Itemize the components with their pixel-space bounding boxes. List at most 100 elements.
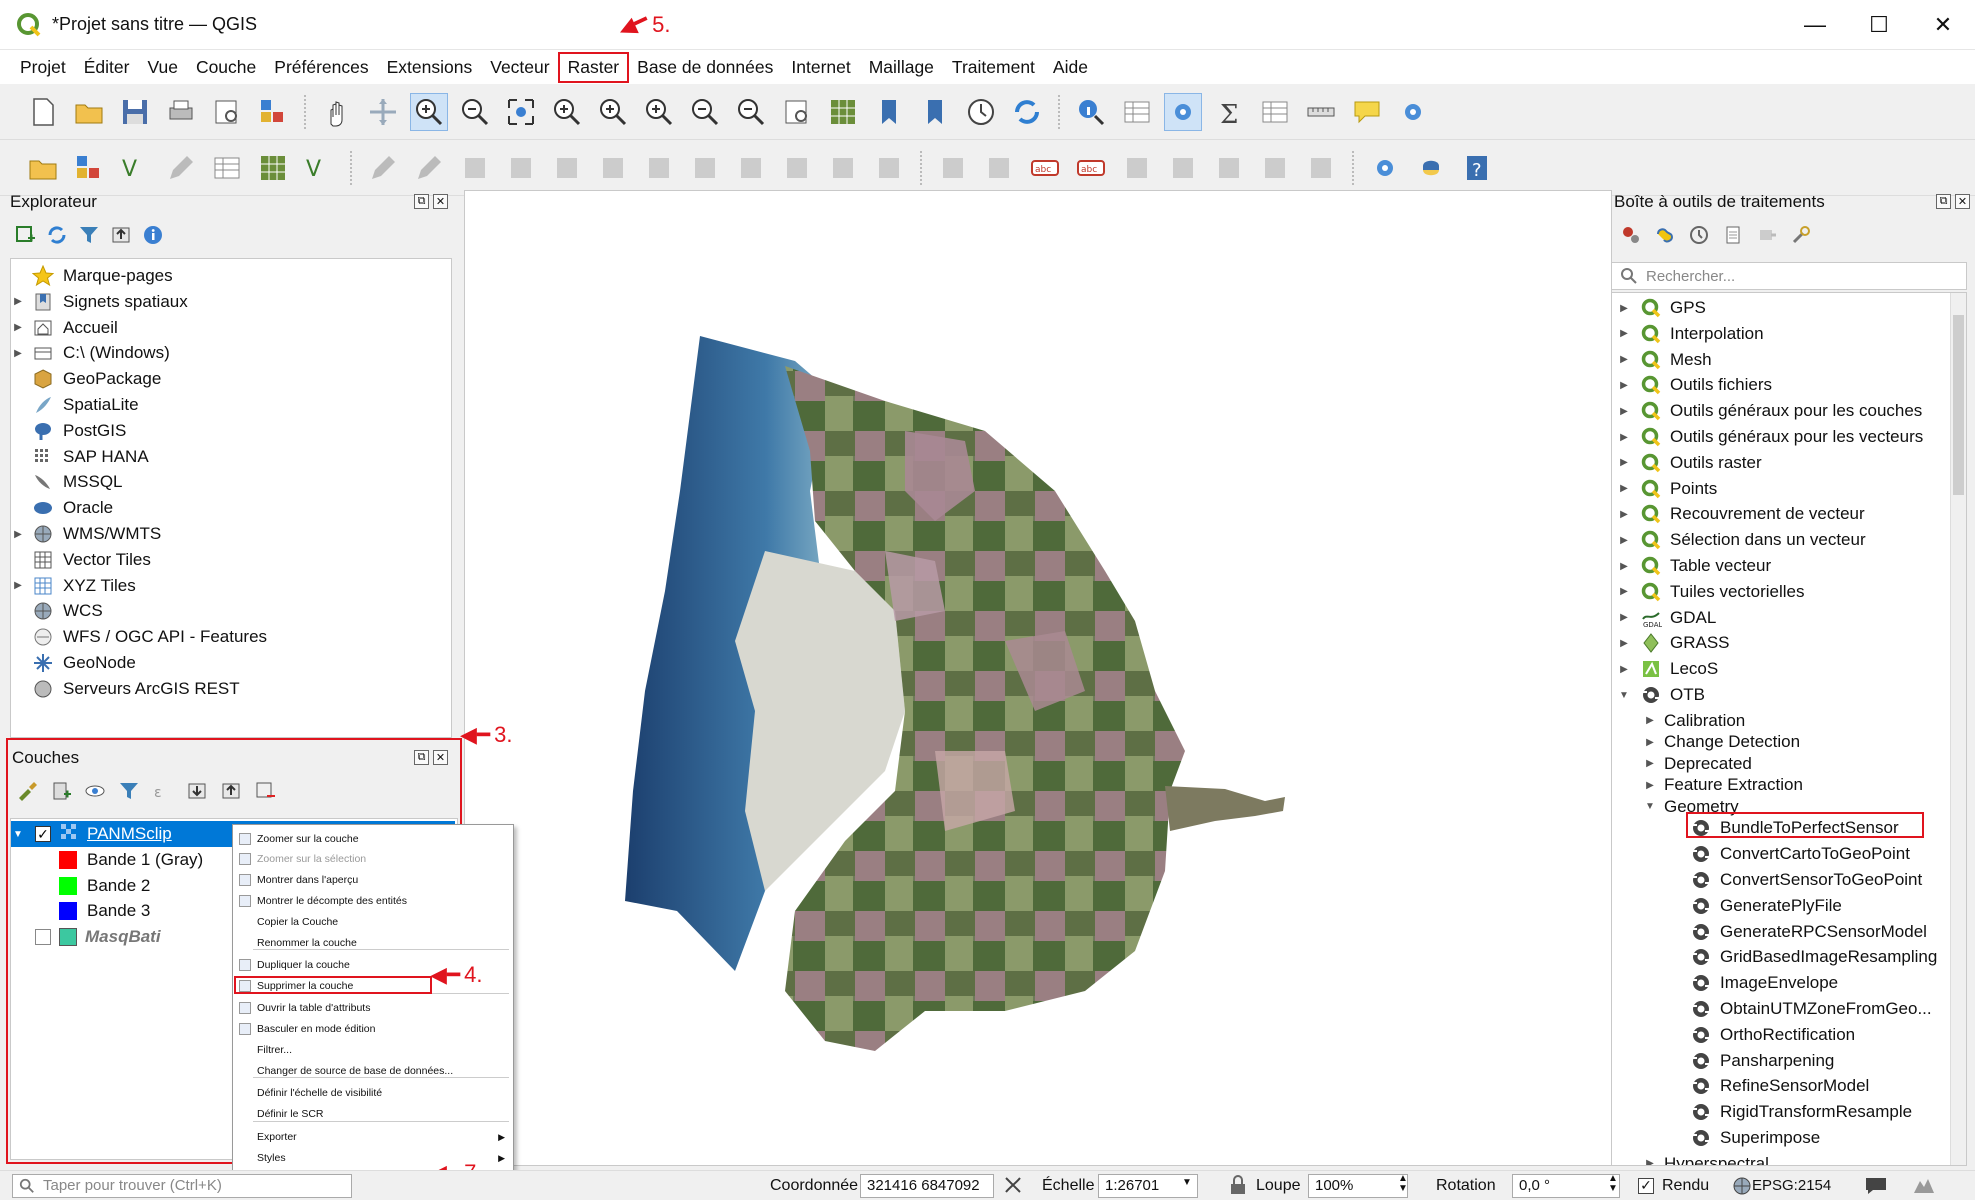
zoom-out-icon[interactable] <box>457 94 493 130</box>
toggle-extents-icon[interactable] <box>1002 1174 1024 1196</box>
annotation-icon[interactable] <box>1395 94 1431 130</box>
context-menu-item-1[interactable]: Zoomer sur la sélection <box>233 849 513 869</box>
explorer-item-wcs[interactable]: WCS <box>11 598 103 624</box>
add-vector-layer-icon[interactable]: V <box>117 150 153 186</box>
float-panel-button[interactable]: ⧉ <box>414 194 429 209</box>
menu-raster[interactable]: Raster <box>557 51 630 83</box>
explorer-item-marque-pages[interactable]: Marque-pages <box>11 263 173 289</box>
processing-item-generaterpcsensormodel[interactable]: GenerateRPCSensorModel <box>1682 919 1927 945</box>
close-panel-button[interactable]: ✕ <box>433 750 448 765</box>
options-icon[interactable] <box>1790 224 1812 246</box>
copy-features-icon[interactable] <box>733 150 769 186</box>
processing-item-orthorectification[interactable]: OrthoRectification <box>1682 1022 1855 1048</box>
remove-layer-icon[interactable] <box>254 780 276 802</box>
rotate-label-icon[interactable] <box>1257 150 1293 186</box>
render-checkbox[interactable]: ✓ <box>1638 1177 1654 1194</box>
refresh-icon[interactable] <box>1009 94 1045 130</box>
modify-attributes-icon[interactable] <box>595 150 631 186</box>
explorer-item-serveurs-arcgis-rest[interactable]: Serveurs ArcGIS REST <box>11 676 240 702</box>
layout-manager-icon[interactable] <box>209 94 245 130</box>
context-menu-item-13[interactable]: Définir le SCR <box>233 1104 513 1124</box>
refresh-icon[interactable] <box>46 224 68 246</box>
processing-item-lecos[interactable]: ▶ LecoS <box>1616 656 1718 682</box>
new-shapefile-icon[interactable] <box>163 150 199 186</box>
processing-item-hyperspectral[interactable]: ▶ Hyperspectral <box>1642 1151 1769 1165</box>
processing-item-convertsensortogeopoint[interactable]: ConvertSensorToGeoPoint <box>1682 867 1922 893</box>
processing-item-outils-raster[interactable]: ▶ Outils raster <box>1616 450 1762 476</box>
show-hide-labels-icon[interactable] <box>1165 150 1201 186</box>
zoom-in-icon[interactable] <box>410 92 448 131</box>
expand-arrow[interactable]: ▶ <box>1642 737 1658 748</box>
pan-to-selection-icon[interactable] <box>365 94 401 130</box>
zoom-last-icon[interactable] <box>687 94 723 130</box>
expand-arrow[interactable]: ▶ <box>1616 664 1632 675</box>
processing-item-grass[interactable]: ▶ GRASS <box>1616 630 1730 656</box>
menu-vue[interactable]: Vue <box>139 54 186 81</box>
temporal-controller-icon[interactable] <box>963 94 999 130</box>
context-menu-item-4[interactable]: Copier la Couche <box>233 912 513 932</box>
close-panel-button[interactable]: ✕ <box>1955 194 1970 209</box>
context-menu-item-0[interactable]: Zoomer sur la couche <box>233 829 513 849</box>
locator-search-input[interactable]: Taper pour trouver (Ctrl+K) <box>12 1173 352 1198</box>
chevron-down-icon[interactable]: ▼ <box>1182 1177 1192 1188</box>
zoom-full-icon[interactable] <box>503 94 539 130</box>
toolbox-icon[interactable] <box>1164 92 1202 131</box>
menu-maillage[interactable]: Maillage <box>861 54 942 81</box>
filter-expression-icon[interactable]: ε <box>152 780 174 802</box>
new-bookmark-icon[interactable] <box>871 94 907 130</box>
expand-arrow[interactable]: ▶ <box>1616 509 1632 520</box>
expand-arrow[interactable]: ▶ <box>1616 328 1632 339</box>
lock-icon[interactable] <box>1228 1174 1248 1196</box>
open-attribute-table-icon[interactable] <box>1119 94 1155 130</box>
delete-selected-icon[interactable] <box>641 150 677 186</box>
scripts-icon[interactable] <box>1654 224 1676 246</box>
menu-base-de-donn-es[interactable]: Base de données <box>629 54 781 81</box>
statistics-icon[interactable]: Σ <box>1211 94 1247 130</box>
menu--diter[interactable]: Éditer <box>76 54 138 81</box>
collapse-arrow[interactable]: ▼ <box>11 829 25 840</box>
style-manager-icon[interactable] <box>255 94 291 130</box>
expand-arrow[interactable]: ▶ <box>11 580 25 591</box>
expand-arrow[interactable]: ▶ <box>1616 612 1632 623</box>
globe-icon[interactable] <box>1732 1176 1752 1196</box>
show-bookmarks-icon[interactable] <box>917 94 953 130</box>
add-spatialite-layer-icon[interactable] <box>209 150 245 186</box>
context-menu-item-10[interactable]: Filtrer... <box>233 1040 513 1060</box>
menu-vecteur[interactable]: Vecteur <box>482 54 557 81</box>
processing-item-refinesensormodel[interactable]: RefineSensorModel <box>1682 1073 1869 1099</box>
processing-item-gdal[interactable]: ▶ GDAL GDAL <box>1616 605 1716 631</box>
processing-item-outils-g-n-raux-pour-les-couches[interactable]: ▶ Outils généraux pour les couches <box>1616 398 1922 424</box>
collapse-all-icon[interactable] <box>110 224 132 246</box>
menu-internet[interactable]: Internet <box>783 54 858 81</box>
expand-arrow[interactable]: ▶ <box>1642 780 1658 791</box>
menu-pr-f-rences[interactable]: Préférences <box>266 54 376 81</box>
new-project-icon[interactable] <box>25 94 61 130</box>
close-panel-button[interactable]: ✕ <box>433 194 448 209</box>
crs-indicator[interactable]: EPSG:2154 <box>1752 1177 1831 1194</box>
processing-item-s-lection-dans-un-vecteur[interactable]: ▶ Sélection dans un vecteur <box>1616 527 1866 553</box>
new-3d-view-icon[interactable] <box>825 94 861 130</box>
add-selected-icon[interactable] <box>14 224 36 246</box>
layer-labeling-icon[interactable]: abc <box>1027 150 1063 186</box>
expand-arrow[interactable]: ▼ <box>1616 690 1632 701</box>
processing-item-recouvrement-de-vecteur[interactable]: ▶ Recouvrement de vecteur <box>1616 501 1865 527</box>
processing-item-otb[interactable]: ▼ OTB <box>1616 682 1705 708</box>
float-panel-button[interactable]: ⧉ <box>1936 194 1951 209</box>
context-menu-item-3[interactable]: Montrer le décompte des entités <box>233 891 513 911</box>
menu-traitement[interactable]: Traitement <box>944 54 1043 81</box>
open-project-icon[interactable] <box>71 94 107 130</box>
explorer-item-geopackage[interactable]: GeoPackage <box>11 366 161 392</box>
context-menu-item-11[interactable]: Changer de source de base de données... <box>233 1061 513 1081</box>
map-tips-icon[interactable] <box>1349 94 1385 130</box>
redo-icon[interactable] <box>871 150 907 186</box>
processing-item-gps[interactable]: ▶ GPS <box>1616 295 1706 321</box>
processing-item-rigidtransformresample[interactable]: RigidTransformResample <box>1682 1099 1912 1125</box>
explorer-item-oracle[interactable]: Oracle <box>11 495 113 521</box>
explorer-item-accueil[interactable]: ▶ Accueil <box>11 315 118 341</box>
explorer-item-mssql[interactable]: MSSQL <box>11 469 123 495</box>
magnifier-field[interactable]: 100% <box>1308 1173 1408 1198</box>
menu-extensions[interactable]: Extensions <box>379 54 481 81</box>
zoom-to-selection-icon[interactable] <box>549 94 585 130</box>
data-source-manager-icon[interactable] <box>25 150 61 186</box>
explorer-item-sap-hana[interactable]: SAP HANA <box>11 444 149 470</box>
